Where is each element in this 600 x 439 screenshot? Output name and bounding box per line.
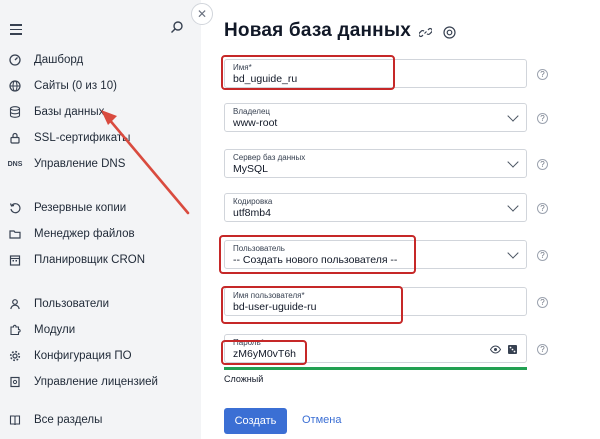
sidebar-item-ssl[interactable]: SSL-сертификаты [8, 128, 194, 148]
help-icon[interactable]: ? [537, 203, 548, 214]
help-icon[interactable]: ? [537, 113, 548, 124]
chevron-down-icon [507, 156, 519, 168]
user-label: Пользователь [233, 244, 285, 253]
license-icon [8, 375, 22, 389]
help-icon[interactable]: ? [537, 344, 548, 355]
help-icon[interactable]: ? [537, 69, 548, 80]
owner-label: Владелец [233, 107, 271, 116]
calendar-icon [8, 253, 22, 267]
sidebar-item-file-manager[interactable]: Менеджер файлов [8, 224, 194, 244]
sidebar-item-software-config[interactable]: Конфигурация ПО [8, 346, 194, 366]
password-strength-bar [224, 367, 527, 370]
chevron-down-icon [507, 200, 519, 212]
sidebar-item-label: Менеджер файлов [34, 228, 135, 240]
name-field[interactable]: Имя* bd_uguide_ru [224, 59, 527, 88]
sidebar-item-databases[interactable]: Базы данных [8, 102, 194, 122]
sidebar-item-users[interactable]: Пользователи [8, 294, 194, 314]
password-label: Пароль* [233, 338, 264, 347]
sidebar-item-label: Базы данных [34, 106, 105, 118]
sidebar-item-backups[interactable]: Резервные копии [8, 198, 194, 218]
password-strength-label: Сложный [224, 374, 264, 384]
db-server-select[interactable]: Сервер баз данных MySQL [224, 149, 527, 178]
dashboard-icon [8, 53, 22, 67]
name-label: Имя* [233, 63, 252, 72]
eye-icon[interactable] [490, 344, 501, 355]
chevron-down-icon [507, 247, 519, 259]
close-icon[interactable]: ✕ [191, 3, 213, 25]
help-icon[interactable]: ? [537, 159, 548, 170]
lock-icon [8, 131, 22, 145]
sidebar-item-label: Управление DNS [34, 158, 126, 170]
link-icon[interactable] [418, 25, 432, 39]
sidebar-item-label: Модули [34, 324, 76, 336]
database-icon [8, 105, 22, 119]
encoding-select[interactable]: Кодировка utf8mb4 [224, 193, 527, 222]
dns-icon: DNS [7, 160, 23, 168]
page-title: Новая база данных [224, 20, 412, 41]
db-server-value: MySQL [233, 163, 269, 175]
name-value: bd_uguide_ru [233, 73, 298, 85]
help-lifebuoy-icon[interactable] [442, 25, 456, 39]
sidebar-item-label: Все разделы [34, 414, 103, 426]
sidebar-item-cron[interactable]: Планировщик CRON [8, 250, 194, 270]
username-field[interactable]: Имя пользователя* bd-user-uguide-ru [224, 287, 527, 316]
sidebar-item-label: SSL-сертификаты [34, 132, 131, 144]
cancel-button[interactable]: Отмена [302, 414, 341, 426]
help-icon[interactable]: ? [537, 250, 548, 261]
menu-icon[interactable] [10, 24, 22, 35]
username-label: Имя пользователя* [233, 291, 305, 300]
owner-value: www-root [233, 117, 278, 129]
username-value: bd-user-uguide-ru [233, 301, 317, 313]
create-button[interactable]: Создать [224, 408, 287, 434]
puzzle-icon [8, 323, 22, 337]
sidebar-item-label: Управление лицензией [34, 376, 158, 388]
globe-icon [8, 79, 22, 93]
password-value: zM6yM0vT6h [233, 348, 297, 360]
encoding-label: Кодировка [233, 197, 273, 206]
sidebar-item-label: Пользователи [34, 298, 110, 310]
sidebar-item-dashboard[interactable]: Дашборд [8, 50, 194, 70]
folder-icon [8, 227, 22, 241]
help-icon[interactable]: ? [537, 297, 548, 308]
sidebar-item-label: Планировщик CRON [34, 254, 146, 266]
sidebar-item-label: Резервные копии [34, 202, 127, 214]
book-icon [8, 413, 22, 427]
backup-icon [8, 201, 22, 215]
sidebar-item-label: Дашборд [34, 54, 84, 66]
encoding-value: utf8mb4 [233, 207, 271, 219]
sidebar-item-modules[interactable]: Модули [8, 320, 194, 340]
sidebar-item-label: Сайты (0 из 10) [34, 80, 117, 92]
sidebar-item-license[interactable]: Управление лицензией [8, 372, 194, 392]
gear-icon [8, 349, 22, 363]
sidebar-item-sites[interactable]: Сайты (0 из 10) [8, 76, 194, 96]
search-icon[interactable] [170, 20, 184, 34]
user-value: -- Создать нового пользователя -- [233, 254, 398, 266]
password-field[interactable]: Пароль* zM6yM0vT6h [224, 334, 527, 363]
owner-select[interactable]: Владелец www-root [224, 103, 527, 132]
sidebar-item-all-sections[interactable]: Все разделы [8, 410, 194, 430]
db-server-label: Сервер баз данных [233, 153, 306, 162]
chevron-down-icon [507, 110, 519, 122]
sidebar: Дашборд Сайты (0 из 10) Базы данных SSL-… [0, 0, 201, 439]
generate-password-icon[interactable] [507, 344, 518, 355]
sidebar-item-dns[interactable]: DNS Управление DNS [8, 154, 194, 174]
sidebar-item-label: Конфигурация ПО [34, 350, 132, 362]
user-select[interactable]: Пользователь -- Создать нового пользоват… [224, 240, 527, 269]
user-icon [8, 297, 22, 311]
